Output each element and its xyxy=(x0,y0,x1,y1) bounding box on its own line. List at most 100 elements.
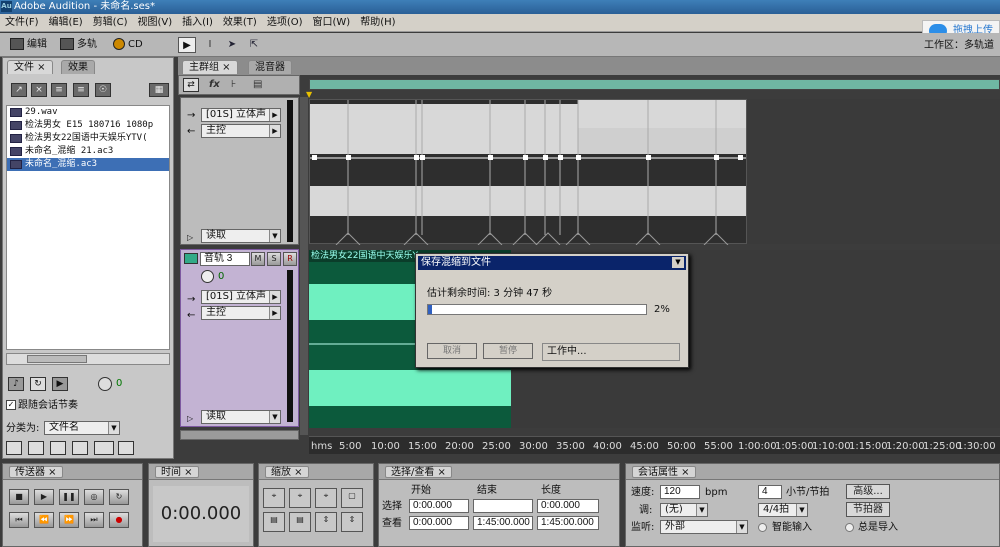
overview-bar[interactable] xyxy=(309,79,1000,90)
list-item[interactable]: 检法男女22国语中天娱乐YTV( xyxy=(7,132,169,145)
play-from-cursor-button[interactable]: ◎ xyxy=(84,489,104,505)
zoom-in-horizontal-icon[interactable]: ⌖ xyxy=(263,488,285,508)
stop-button[interactable]: ■ xyxy=(9,489,29,505)
monitor-select[interactable]: 外部 ▼ xyxy=(660,520,748,534)
track-2-header[interactable]: 音轨 3 M S R 0 → [01S] 立体声 ▶ ← 主控 ▶ ▷ 读取 ▼ xyxy=(180,249,299,427)
go-to-end-button[interactable]: ⏭ xyxy=(84,512,104,528)
time-tab[interactable]: 时间 × xyxy=(155,466,199,478)
rewind-button[interactable]: ⏪ xyxy=(34,512,54,528)
list-item[interactable]: 未命名_混缩 21.ac3 xyxy=(7,145,169,158)
eq-icon[interactable]: ▤ xyxy=(253,79,262,91)
zoom-in-vertical-icon[interactable]: ⇕ xyxy=(315,512,337,532)
tab-effects[interactable]: 效果 xyxy=(61,60,95,74)
scrollbar-thumb[interactable] xyxy=(27,355,87,363)
track-2-input-select[interactable]: [01S] 立体声 ▶ xyxy=(201,290,281,304)
list-item[interactable]: 检法男女 E15 180716 1080p xyxy=(7,119,169,132)
track-2-automation-select[interactable]: 读取 ▼ xyxy=(201,410,281,424)
play-button[interactable]: ▶ xyxy=(34,489,54,505)
transport-tab[interactable]: 传送器 × xyxy=(9,466,63,478)
select-start-field[interactable]: 0:00.000 xyxy=(409,499,469,513)
view-list-icon[interactable] xyxy=(6,441,22,455)
timeline-ruler[interactable]: hms 5:00 10:00 15:00 20:00 25:00 30:00 3… xyxy=(309,436,1000,454)
file-list-scrollbar[interactable] xyxy=(6,353,170,365)
list-item[interactable]: 29.wav xyxy=(7,106,169,119)
zoom-out-vertical-icon[interactable]: ⇕ xyxy=(341,512,363,532)
import-icon[interactable]: ↗ xyxy=(11,83,27,97)
menu-window[interactable]: 窗口(W) xyxy=(308,14,356,32)
beats-field[interactable]: 4 xyxy=(758,485,782,499)
zoom-selection-icon[interactable]: ▢ xyxy=(341,488,363,508)
time-select-tool-icon[interactable]: I xyxy=(203,37,217,53)
loop-play-button[interactable]: ↻ xyxy=(109,489,129,505)
send-icon[interactable]: ⊦ xyxy=(231,79,236,91)
list-item[interactable]: 未命名_混缩.ac3 xyxy=(7,158,169,171)
track-1-input-select[interactable]: [01S] 立体声 ▶ xyxy=(201,108,281,122)
play-preview-icon[interactable]: ▶ xyxy=(52,377,68,391)
key-select[interactable]: (无) ▼ xyxy=(660,503,708,517)
tab-files[interactable]: 文件 × xyxy=(7,60,53,74)
smart-input-radio[interactable] xyxy=(758,523,767,532)
tab-main-group[interactable]: 主群组 × xyxy=(182,60,238,74)
metronome-button[interactable]: 节拍器 xyxy=(846,502,890,517)
move-tool-icon[interactable]: ▶ xyxy=(178,37,196,53)
zoom-right-edge-icon[interactable]: ▤ xyxy=(289,512,311,532)
volume-knob-icon[interactable] xyxy=(98,377,112,391)
speaker-icon[interactable]: ♪ xyxy=(8,377,24,391)
select-end-field[interactable] xyxy=(473,499,533,513)
view-cd-icon[interactable] xyxy=(118,441,134,455)
view-loop-icon[interactable] xyxy=(50,441,66,455)
close-file-icon[interactable]: × xyxy=(31,83,47,97)
expand-icon[interactable]: ▷ xyxy=(187,413,193,425)
fast-forward-button[interactable]: ⏩ xyxy=(59,512,79,528)
track-1-header[interactable]: → [01S] 立体声 ▶ ← 主控 ▶ ▷ 读取 ▼ xyxy=(180,97,299,245)
menu-options[interactable]: 选项(O) xyxy=(262,14,308,32)
select-length-field[interactable]: 0:00.000 xyxy=(537,499,599,513)
pause-transport-button[interactable]: ❚❚ xyxy=(59,489,79,505)
mute-button[interactable]: M xyxy=(251,252,265,266)
hybrid-tool-icon[interactable]: ⇱ xyxy=(246,37,262,53)
menu-clip[interactable]: 剪辑(C) xyxy=(88,14,133,32)
view-start-field[interactable]: 0:00.000 xyxy=(409,516,469,530)
menu-view[interactable]: 视图(V) xyxy=(132,14,177,32)
track-1-empty-area[interactable] xyxy=(747,99,1000,244)
fx-icon[interactable]: fx xyxy=(209,79,220,91)
menu-insert[interactable]: 插入(I) xyxy=(177,14,218,32)
solo-button[interactable]: S xyxy=(267,252,281,266)
menu-help[interactable]: 帮助(H) xyxy=(355,14,400,32)
tab-mixer[interactable]: 混音器 xyxy=(248,60,292,74)
zoom-full-icon[interactable]: ⌖ xyxy=(315,488,337,508)
menu-effects[interactable]: 效果(T) xyxy=(218,14,262,32)
track-1-output-select[interactable]: 主控 ▶ xyxy=(201,124,281,138)
record-button[interactable]: ● xyxy=(109,512,129,528)
time-signature-select[interactable]: 4/4拍 ▼ xyxy=(758,503,808,517)
follow-rhythm-checkbox[interactable]: ✓ xyxy=(6,400,16,410)
cd-view-button[interactable]: CD xyxy=(113,37,143,53)
session-tab[interactable]: 会话属性 × xyxy=(632,466,696,478)
tempo-field[interactable]: 120 xyxy=(660,485,700,499)
view-audio-icon[interactable] xyxy=(28,441,44,455)
track-2-name-field[interactable]: 音轨 3 xyxy=(200,252,250,266)
expand-icon[interactable]: ▷ xyxy=(187,232,193,244)
cancel-button[interactable]: 取消 xyxy=(427,343,477,359)
menu-edit[interactable]: 编辑(E) xyxy=(44,14,88,32)
pause-button[interactable]: 暂停 xyxy=(483,343,533,359)
insert-multitrack-icon[interactable]: ≡ xyxy=(51,83,67,97)
selection-tab[interactable]: 选择/查看 × xyxy=(385,466,452,478)
view-filter-icon[interactable] xyxy=(94,441,114,455)
view-length-field[interactable]: 1:45:00.000 xyxy=(537,516,599,530)
chevron-down-icon[interactable]: ▼ xyxy=(672,257,684,268)
autoplay-icon[interactable]: ☉ xyxy=(95,83,111,97)
always-import-radio[interactable] xyxy=(845,523,854,532)
zoom-tab[interactable]: 缩放 × xyxy=(265,466,309,478)
scrub-tool-icon[interactable]: ➤ xyxy=(224,37,240,53)
swap-icon[interactable]: ⇄ xyxy=(183,78,199,92)
advanced-button[interactable]: 高级... xyxy=(846,484,890,499)
loop-icon[interactable]: ↻ xyxy=(30,377,46,391)
record-arm-button[interactable]: R xyxy=(283,252,297,266)
classify-select[interactable]: 文件名 ▼ xyxy=(44,421,120,435)
track-2-output-select[interactable]: 主控 ▶ xyxy=(201,306,281,320)
view-video-icon[interactable] xyxy=(72,441,88,455)
menu-file[interactable]: 文件(F) xyxy=(0,14,44,32)
pan-knob-icon[interactable] xyxy=(201,270,214,283)
edit-view-button[interactable]: 编辑 xyxy=(10,37,47,53)
